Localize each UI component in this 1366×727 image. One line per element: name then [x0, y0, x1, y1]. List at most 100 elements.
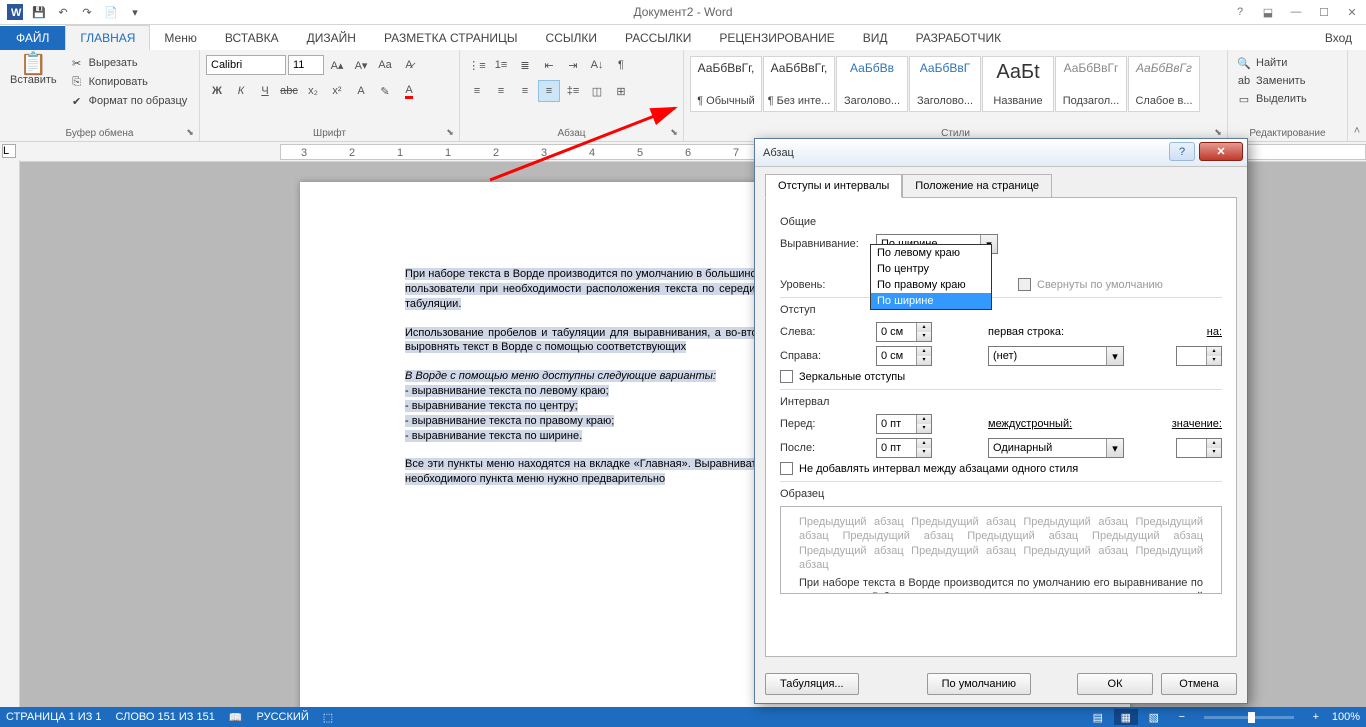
indent-right-spinner[interactable]: 0 см▴▾: [876, 346, 932, 366]
bullets-icon[interactable]: ⋮≡: [466, 54, 488, 76]
decrease-indent-icon[interactable]: ⇤: [538, 54, 560, 76]
tab-view[interactable]: ВИД: [849, 26, 902, 50]
increase-indent-icon[interactable]: ⇥: [562, 54, 584, 76]
word-icon[interactable]: W: [4, 1, 26, 23]
redo-icon[interactable]: ↷: [76, 1, 98, 23]
tabs-button[interactable]: Табуляция...: [765, 673, 859, 695]
style-item[interactable]: АаБбВвГг,¶ Без инте...: [763, 56, 835, 112]
zoom-slider[interactable]: [1204, 716, 1294, 719]
tab-dev[interactable]: РАЗРАБОТЧИК: [902, 26, 1016, 50]
align-center-button[interactable]: ≡: [490, 80, 512, 102]
bold-button[interactable]: Ж: [206, 80, 228, 102]
zoom-level[interactable]: 100%: [1332, 711, 1360, 723]
ribbon-options-icon[interactable]: ⬓: [1254, 2, 1282, 22]
status-words[interactable]: СЛОВО 151 ИЗ 151: [116, 711, 215, 723]
font-name-combo[interactable]: [206, 55, 286, 75]
after-spinner[interactable]: 0 пт▴▾: [876, 438, 932, 458]
superscript-button[interactable]: x²: [326, 80, 348, 102]
styles-launcher-icon[interactable]: ⬊: [1211, 125, 1225, 139]
numbering-icon[interactable]: 1≡: [490, 54, 512, 76]
paste-button[interactable]: 📋 Вставить: [6, 54, 61, 110]
style-item[interactable]: АаБбВвГЗаголово...: [909, 56, 981, 112]
grow-font-icon[interactable]: A▴: [326, 54, 348, 76]
style-item[interactable]: АаБбВвГг,¶ Обычный: [690, 56, 762, 112]
align-right-button[interactable]: ≡: [514, 80, 536, 102]
tab-refs[interactable]: ССЫЛКИ: [532, 26, 611, 50]
font-color-icon[interactable]: A: [398, 80, 420, 102]
zoom-out-icon[interactable]: −: [1170, 709, 1194, 725]
format-painter-button[interactable]: ✔Формат по образцу: [67, 92, 190, 110]
cut-button[interactable]: ✂Вырезать: [67, 54, 190, 72]
paragraph-launcher-icon[interactable]: ⬊: [667, 125, 681, 139]
save-icon[interactable]: 💾: [28, 1, 50, 23]
italic-button[interactable]: К: [230, 80, 252, 102]
status-page[interactable]: СТРАНИЦА 1 ИЗ 1: [6, 711, 102, 723]
indent-left-spinner[interactable]: 0 см▴▾: [876, 322, 932, 342]
zoom-in-icon[interactable]: +: [1304, 709, 1328, 725]
cancel-button[interactable]: Отмена: [1161, 673, 1237, 695]
dialog-close-button[interactable]: ✕: [1199, 142, 1243, 161]
before-spinner[interactable]: 0 пт▴▾: [876, 414, 932, 434]
alignment-option[interactable]: По центру: [871, 261, 991, 277]
status-macro-icon[interactable]: ⬚: [323, 711, 333, 724]
new-doc-icon[interactable]: 📄: [100, 1, 122, 23]
strike-button[interactable]: abc: [278, 80, 300, 102]
read-mode-icon[interactable]: ▤: [1086, 709, 1110, 725]
text-effects-icon[interactable]: A: [350, 80, 372, 102]
tab-insert[interactable]: ВСТАВКА: [211, 26, 293, 50]
ok-button[interactable]: ОК: [1077, 673, 1153, 695]
tab-home[interactable]: ГЛАВНАЯ: [65, 25, 150, 50]
tab-layout[interactable]: РАЗМЕТКА СТРАНИЦЫ: [370, 26, 532, 50]
alignment-option[interactable]: По левому краю: [871, 245, 991, 261]
alignment-option[interactable]: По правому краю: [871, 277, 991, 293]
maximize-icon[interactable]: ☐: [1310, 2, 1338, 22]
style-item[interactable]: АаБбВвГгПодзагол...: [1055, 56, 1127, 112]
underline-button[interactable]: Ч: [254, 80, 276, 102]
dialog-tab-indents[interactable]: Отступы и интервалы: [765, 174, 902, 198]
clipboard-launcher-icon[interactable]: ⬊: [183, 125, 197, 139]
close-icon[interactable]: ✕: [1338, 2, 1366, 22]
borders-icon[interactable]: ⊞: [610, 80, 632, 102]
tab-review[interactable]: РЕЦЕНЗИРОВАНИЕ: [705, 26, 848, 50]
linespacing-combo[interactable]: Одинарный▾: [988, 438, 1124, 458]
shrink-font-icon[interactable]: A▾: [350, 54, 372, 76]
style-item[interactable]: АаБtНазвание: [982, 56, 1054, 112]
status-proofing-icon[interactable]: 📖: [229, 711, 243, 724]
replace-button[interactable]: abЗаменить: [1234, 72, 1341, 90]
alignment-option[interactable]: По ширине: [871, 293, 991, 309]
noaddspace-checkbox[interactable]: [780, 462, 793, 475]
find-button[interactable]: 🔍Найти: [1234, 54, 1341, 72]
tab-file[interactable]: ФАЙЛ: [0, 26, 65, 50]
multilevel-icon[interactable]: ≣: [514, 54, 536, 76]
show-marks-icon[interactable]: ¶: [610, 54, 632, 76]
print-layout-icon[interactable]: ▦: [1114, 709, 1138, 725]
qat-more-icon[interactable]: ▾: [124, 1, 146, 23]
by-spinner[interactable]: ▴▾: [1176, 346, 1222, 366]
align-justify-button[interactable]: ≡: [538, 80, 560, 102]
dialog-help-button[interactable]: ?: [1169, 142, 1195, 161]
style-item[interactable]: АаБбВвГгСлабое в...: [1128, 56, 1200, 112]
clear-format-icon[interactable]: A̷: [398, 54, 420, 76]
tab-selector-icon[interactable]: L: [2, 144, 16, 158]
mirror-checkbox[interactable]: [780, 370, 793, 383]
collapse-ribbon-icon[interactable]: ˄: [1354, 125, 1360, 137]
select-button[interactable]: ▭Выделить: [1234, 90, 1341, 108]
tab-design[interactable]: ДИЗАЙН: [293, 26, 370, 50]
subscript-button[interactable]: x₂: [302, 80, 324, 102]
line-spacing-icon[interactable]: ‡≡: [562, 80, 584, 102]
style-item[interactable]: АаБбВвЗаголово...: [836, 56, 908, 112]
highlight-icon[interactable]: ✎: [374, 80, 396, 102]
shading-icon[interactable]: ◫: [586, 80, 608, 102]
change-case-icon[interactable]: Aa: [374, 54, 396, 76]
login-link[interactable]: Вход: [1311, 26, 1366, 50]
dialog-tab-position[interactable]: Положение на странице: [902, 174, 1052, 198]
status-lang[interactable]: РУССКИЙ: [257, 711, 309, 723]
firstline-combo[interactable]: (нет)▾: [988, 346, 1124, 366]
default-button[interactable]: По умолчанию: [927, 673, 1031, 695]
vertical-ruler[interactable]: [0, 160, 20, 707]
tab-menu[interactable]: Меню: [150, 26, 210, 50]
sort-icon[interactable]: A↓: [586, 54, 608, 76]
copy-button[interactable]: ⎘Копировать: [67, 73, 190, 91]
tab-mail[interactable]: РАССЫЛКИ: [611, 26, 705, 50]
styles-gallery[interactable]: АаБбВвГг,¶ ОбычныйАаБбВвГг,¶ Без инте...…: [690, 54, 1221, 112]
